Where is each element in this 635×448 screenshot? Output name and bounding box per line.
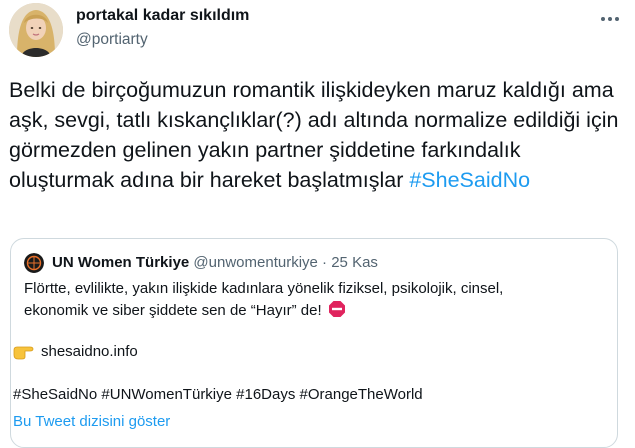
quoted-link[interactable]: shesaidno.info [41, 343, 138, 360]
quoted-separator: · [322, 254, 328, 271]
author-avatar[interactable] [9, 3, 63, 57]
quoted-author-name[interactable]: UN Women Türkiye [52, 254, 189, 271]
quoted-date[interactable]: 25 Kas [331, 254, 378, 271]
tweet-hashtag-link[interactable]: #SheSaidNo [409, 168, 530, 192]
author-display-name[interactable]: portakal kadar sıkıldım [76, 7, 249, 25]
show-thread-link[interactable]: Bu Tweet dizisini göster [13, 413, 170, 430]
author-handle[interactable]: @portiarty [76, 31, 148, 49]
quoted-text-line-1: Flörtte, evlilikte, yakın ilişkide kadın… [24, 280, 504, 297]
quoted-text: Flörtte, evlilikte, yakın ilişkide kadın… [24, 279, 604, 321]
pointing-hand-icon [13, 346, 34, 360]
quoted-link-row: shesaidno.info [13, 342, 138, 360]
quoted-header: UN Women Türkiye @unwomenturkiye · 25 Ka… [52, 253, 378, 273]
stop-sign-icon [328, 300, 345, 317]
quoted-text-line-2: ekonomik ve siber şiddete sen de “Hayır”… [24, 301, 322, 319]
more-options-icon[interactable] [598, 12, 622, 26]
quoted-hashtags[interactable]: #SheSaidNo #UNWomenTürkiye #16Days #Oran… [13, 386, 423, 403]
tweet-text: Belki de birçoğumuzun romantik ilişkidey… [9, 75, 629, 195]
quoted-text-line-2-wrap: ekonomik ve siber şiddete sen de “Hayır”… [24, 300, 604, 322]
quoted-author-handle[interactable]: @unwomenturkiye [193, 254, 317, 271]
un-women-logo-icon [24, 253, 44, 273]
